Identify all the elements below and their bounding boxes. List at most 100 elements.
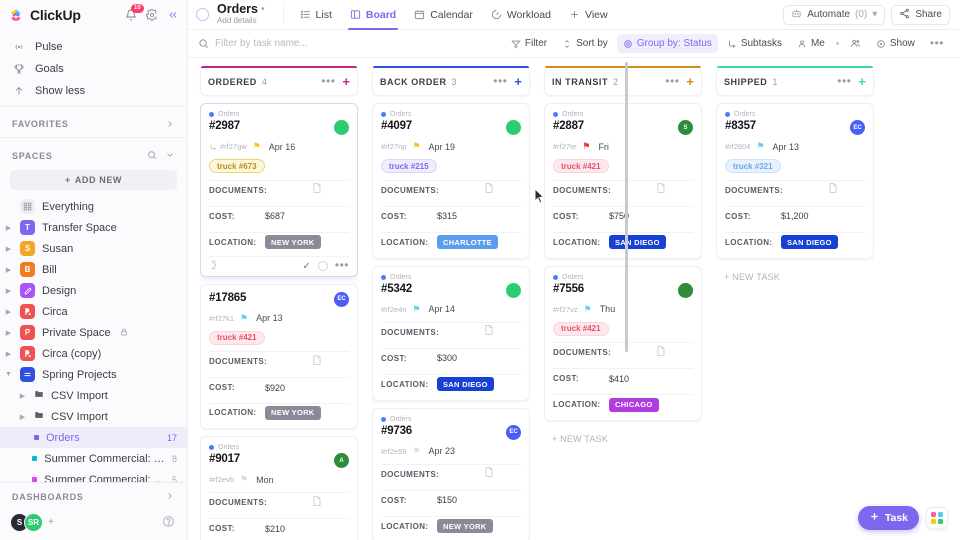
chevron-right-icon[interactable]: ▶ <box>18 392 27 400</box>
column-more-icon[interactable]: ••• <box>837 75 851 87</box>
column-add-task-icon[interactable]: + <box>342 75 350 88</box>
chevron-right-icon[interactable] <box>165 119 175 129</box>
sidebar-item-circa-copy[interactable]: ▶ Circa (copy) <box>0 343 187 364</box>
task-card[interactable]: #17865 EC #rf27k1 ⚑ Apr 13 truck #421 DO… <box>200 283 358 429</box>
status-circle-icon[interactable] <box>317 261 328 271</box>
avatar[interactable]: S <box>678 120 693 135</box>
sidebar-item-bill[interactable]: ▶ B Bill <box>0 259 187 280</box>
sidebar-item-pulse[interactable]: Pulse <box>0 36 187 58</box>
automate-button[interactable]: Automate (0) ▾ <box>783 4 886 25</box>
document-icon[interactable] <box>483 323 495 341</box>
sidebar-item-goals[interactable]: Goals <box>0 58 187 80</box>
group-by-button[interactable]: Group by: Status <box>616 34 718 53</box>
page-subtitle[interactable]: Add details <box>217 16 265 25</box>
column-add-task-icon[interactable]: + <box>858 75 866 88</box>
chevron-down-icon[interactable] <box>165 150 175 162</box>
task-date[interactable]: Apr 13 <box>256 313 283 323</box>
task-date[interactable]: Thu <box>600 304 616 314</box>
priority-flag-icon[interactable]: ⚑ <box>584 304 592 314</box>
document-icon[interactable] <box>311 353 323 371</box>
column-scrollbar[interactable] <box>625 62 628 352</box>
priority-flag-icon[interactable]: ⚑ <box>240 313 248 323</box>
complete-check-icon[interactable]: ✓ <box>303 261 311 272</box>
sort-button[interactable]: Sort by <box>556 34 614 53</box>
truck-tag[interactable]: truck #421 <box>553 321 609 336</box>
add-member-icon[interactable]: + <box>48 517 54 528</box>
truck-tag[interactable]: truck #215 <box>381 159 437 173</box>
document-icon[interactable] <box>655 344 667 362</box>
time-tracking-icon[interactable] <box>209 257 219 275</box>
new-task-button[interactable]: + NEW TASK <box>544 428 702 450</box>
sidebar-item-summer-commercial-phase-1[interactable]: Summer Commercial: Phase 1 8 <box>0 448 187 469</box>
chevron-right-icon[interactable]: ▶ <box>4 245 13 253</box>
task-card[interactable]: Orders #4097 #rf27np ⚑ Apr 19 truck #215… <box>372 103 530 259</box>
sidebar-item-private-space[interactable]: ▶ P Private Space <box>0 322 187 343</box>
me-filter-button[interactable]: Me <box>791 34 831 53</box>
location-chip[interactable]: SAN DIEGO <box>609 235 666 249</box>
chevron-right-icon[interactable]: ▶ <box>4 329 13 337</box>
truck-tag[interactable]: truck #321 <box>725 159 781 173</box>
task-card[interactable]: Orders #5342 #rf2e4n ⚑ Apr 14 DOCUMENTS:… <box>372 265 530 401</box>
priority-flag-icon[interactable]: ⚑ <box>412 142 420 151</box>
location-chip[interactable]: SAN DIEGO <box>781 235 838 249</box>
document-icon[interactable] <box>483 181 495 199</box>
sidebar-item-circa[interactable]: ▶ Circa <box>0 301 187 322</box>
priority-flag-icon[interactable]: ⚑ <box>240 475 248 484</box>
notifications-icon[interactable]: 10 <box>125 4 144 21</box>
task-card[interactable]: Orders #8357 EC #rf2804 ⚑ Apr 13 truck #… <box>716 103 874 259</box>
cost-value[interactable]: $150 <box>437 495 457 505</box>
task-date[interactable]: Mon <box>256 475 274 485</box>
task-date[interactable]: Apr 16 <box>269 142 296 152</box>
chevron-down-icon[interactable]: ▾ <box>261 6 265 13</box>
search-box[interactable] <box>198 38 395 49</box>
avatar[interactable] <box>506 282 521 298</box>
task-card[interactable]: Orders #2987 #rf27gw ⚑ Apr 16 truck #673… <box>200 103 358 277</box>
column-add-task-icon[interactable]: + <box>686 75 694 88</box>
sidebar-item-orders[interactable]: Orders 17 <box>0 427 187 448</box>
document-icon[interactable] <box>311 494 323 512</box>
cost-value[interactable]: $687 <box>265 211 285 221</box>
sidebar-item-everything[interactable]: Everything <box>0 196 187 217</box>
sidebar-item-design[interactable]: ▶ Design <box>0 280 187 301</box>
avatar[interactable]: A <box>334 453 349 468</box>
search-input[interactable] <box>215 38 395 49</box>
task-date[interactable]: Apr 14 <box>429 304 456 314</box>
chevron-down-icon[interactable]: ▼ <box>4 371 13 378</box>
subtasks-button[interactable]: Subtasks <box>721 34 788 53</box>
favorites-section-header[interactable]: FAVORITES <box>0 109 187 135</box>
dashboards-section-header[interactable]: DASHBOARDS <box>0 483 187 509</box>
help-icon[interactable] <box>162 515 175 531</box>
truck-tag[interactable]: truck #673 <box>209 159 265 173</box>
page-title-block[interactable]: Orders ▾ Add details <box>217 3 265 26</box>
share-button[interactable]: Share <box>891 4 950 25</box>
task-date[interactable]: Apr 19 <box>429 142 456 152</box>
filter-button[interactable]: Filter <box>505 34 553 53</box>
task-card[interactable]: Orders #7556 #rf27vz ⚑ Thu truck #421 DO… <box>544 265 702 421</box>
chevron-right-icon[interactable]: ▶ <box>18 413 27 421</box>
cost-value[interactable]: $1,200 <box>781 211 809 221</box>
priority-flag-icon[interactable]: ⚑ <box>412 446 420 456</box>
cost-value[interactable]: $315 <box>437 211 457 221</box>
new-task-button[interactable]: + NEW TASK <box>716 266 874 288</box>
priority-flag-icon[interactable]: ⚑ <box>582 142 590 151</box>
show-button[interactable]: Show <box>870 34 921 53</box>
chevron-down-icon[interactable]: ▾ <box>872 9 877 20</box>
chevron-right-icon[interactable]: ▶ <box>4 350 13 358</box>
location-chip[interactable]: NEW YORK <box>265 235 321 249</box>
tab-list[interactable]: List <box>292 0 340 30</box>
avatar[interactable] <box>506 120 521 135</box>
document-icon[interactable] <box>827 181 839 199</box>
cost-value[interactable]: $210 <box>265 524 285 534</box>
location-chip[interactable]: NEW YORK <box>265 405 321 420</box>
apps-grid-button[interactable] <box>926 507 948 529</box>
task-date[interactable]: Apr 13 <box>773 142 800 152</box>
column-add-task-icon[interactable]: + <box>514 75 522 88</box>
sidebar-item-show-less[interactable]: Show less <box>0 80 187 102</box>
cost-value[interactable]: $300 <box>437 353 457 363</box>
avatar[interactable] <box>334 120 349 135</box>
tab-calendar[interactable]: Calendar <box>406 0 481 30</box>
document-icon[interactable] <box>483 465 495 483</box>
task-card[interactable]: Orders #9017 A #rf2evb ⚑ Mon DOCUMENTS: … <box>200 436 358 540</box>
sidebar-item-csv-import-1[interactable]: ▶ CSV Import <box>0 385 187 406</box>
cost-value[interactable]: $410 <box>609 374 629 384</box>
